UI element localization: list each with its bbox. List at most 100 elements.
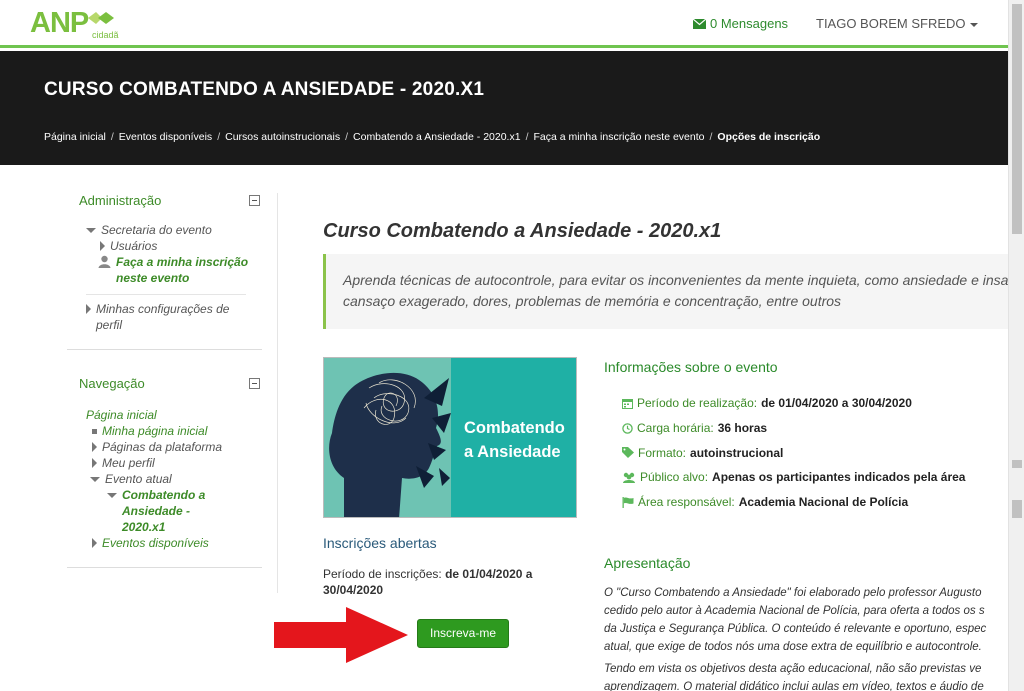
caret-down-icon bbox=[86, 228, 96, 233]
tree-item-inscricao[interactable]: Faça a minha inscrição neste evento bbox=[86, 254, 256, 286]
event-info-title: Informações sobre o evento bbox=[604, 359, 778, 375]
tree-label: Combatendo a Ansiedade - 2020.x1 bbox=[122, 488, 206, 534]
event-info-value: Apenas os participantes indicados pela á… bbox=[712, 470, 966, 485]
nav-item-course[interactable]: Combatendo a Ansiedade - 2020.x1 bbox=[86, 487, 216, 535]
user-menu[interactable]: TIAGO BOREM SFREDO bbox=[816, 16, 978, 31]
caret-right-icon bbox=[92, 458, 97, 468]
presentation-line: Tendo em vista os objetivos desta ação e… bbox=[604, 663, 982, 675]
sidebar-divider bbox=[277, 193, 278, 593]
vertical-scrollbar[interactable] bbox=[1008, 0, 1024, 691]
breadcrumb-item[interactable]: Cursos autoinstrucionais bbox=[225, 131, 340, 143]
event-info-label: Carga horária: bbox=[637, 420, 714, 435]
event-info-value: 36 horas bbox=[717, 420, 768, 435]
banner-line: a Ansiedade bbox=[464, 443, 561, 461]
collapse-icon[interactable] bbox=[249, 195, 260, 206]
messages-label: 0 Mensagens bbox=[710, 16, 789, 31]
nav-item-home[interactable]: Página inicial bbox=[86, 407, 262, 423]
event-info-row: Período de realização: de 01/04/2020 a 3… bbox=[622, 391, 965, 416]
presentation-line: O "Curso Combatendo a Ansiedade" foi ela… bbox=[604, 587, 982, 599]
event-info-row: Área responsável: Academia Nacional de P… bbox=[622, 490, 965, 515]
summary-line: cansaço exagerado, dores, problemas de m… bbox=[343, 293, 842, 309]
event-info-value: de 01/04/2020 a 30/04/2020 bbox=[761, 396, 912, 410]
messages-link[interactable]: 0 Mensagens bbox=[693, 16, 788, 31]
presentation-line: da Justiça e Segurança Pública. O conteú… bbox=[604, 623, 987, 635]
admin-block: Administração Secretaria do evento Usuár… bbox=[67, 193, 262, 350]
enroll-button[interactable]: Inscreva-me bbox=[417, 619, 509, 648]
tree-label: Usuários bbox=[110, 239, 158, 253]
event-info-label: Área responsável: bbox=[638, 495, 735, 510]
course-header: CURSO COMBATENDO A ANSIEDADE - 2020.X1 P… bbox=[0, 51, 1008, 165]
tree-label: Faça a minha inscrição neste evento bbox=[116, 255, 249, 285]
caret-down-icon bbox=[969, 22, 978, 27]
breadcrumb: Página inicial / Eventos disponíveis / Cur… bbox=[44, 131, 821, 143]
collapse-icon[interactable] bbox=[249, 378, 260, 389]
sidebar: Administração Secretaria do evento Usuár… bbox=[67, 193, 262, 590]
flag-icon bbox=[622, 497, 634, 509]
tree-item-usuarios[interactable]: Usuários bbox=[86, 238, 262, 254]
event-info-value: autoinstrucional bbox=[690, 445, 784, 460]
event-info-value: Academia Nacional de Polícia bbox=[738, 495, 909, 510]
breadcrumb-current: Opções de inscrição bbox=[717, 131, 821, 143]
course-banner-image: Combatendo a Ansiedade bbox=[323, 357, 577, 518]
caret-down-icon bbox=[107, 493, 117, 498]
event-info-label: Público alvo: bbox=[640, 470, 709, 485]
enrollment-period-label: Período de inscrições: bbox=[323, 567, 442, 581]
tree-label: Secretaria do evento bbox=[101, 223, 212, 237]
head-silhouette-image bbox=[329, 372, 451, 517]
event-info-row: Carga horária: 36 horas bbox=[622, 416, 965, 441]
scrollbar-thumb[interactable] bbox=[1012, 4, 1022, 234]
bullet-icon bbox=[92, 429, 97, 434]
breadcrumb-item[interactable]: Página inicial bbox=[44, 131, 106, 143]
caret-right-icon bbox=[100, 241, 105, 251]
tree-label: Meu perfil bbox=[102, 456, 155, 470]
nav-item-current-event[interactable]: Evento atual bbox=[86, 471, 262, 487]
presentation-title: Apresentação bbox=[604, 555, 691, 571]
tag-icon bbox=[622, 447, 634, 459]
nav-item-my-home[interactable]: Minha página inicial bbox=[86, 423, 262, 439]
nav-item-platform-pages[interactable]: Páginas da plataforma bbox=[86, 439, 262, 455]
tree-label: Minha página inicial bbox=[102, 424, 208, 438]
caret-right-icon bbox=[92, 442, 97, 452]
anp-logo[interactable]: ANP cidadã bbox=[30, 7, 119, 40]
event-info-label: Período de realização: bbox=[637, 396, 758, 410]
scrollbar-mark bbox=[1012, 500, 1022, 518]
enrollment-period: Período de inscrições: de 01/04/2020 a 3… bbox=[323, 566, 563, 598]
course-summary: Aprenda técnicas de autocontrole, para e… bbox=[323, 254, 1008, 329]
presentation-line: atual, que exige de todos nós uma dose e… bbox=[604, 641, 982, 653]
user-name: TIAGO BOREM SFREDO bbox=[816, 16, 966, 31]
event-info-row: Público alvo: Apenas os participantes in… bbox=[622, 465, 965, 490]
tree-item-config[interactable]: Minhas configurações de perfil bbox=[86, 301, 256, 333]
admin-block-title: Administração bbox=[79, 193, 162, 208]
tree-label: Minhas configurações de perfil bbox=[96, 302, 230, 332]
tree-label: Páginas da plataforma bbox=[102, 440, 223, 454]
caret-down-icon bbox=[90, 477, 100, 482]
navigation-block: Navegação Página inicial Minha página in… bbox=[67, 376, 262, 568]
envelope-icon bbox=[693, 18, 706, 29]
clock-icon bbox=[622, 422, 633, 434]
users-icon bbox=[623, 473, 635, 484]
presentation-line: cedido pelo autor à Academia Nacional de… bbox=[604, 605, 985, 617]
enrollment-open-title: Inscrições abertas bbox=[323, 535, 437, 551]
tree-item-secretaria[interactable]: Secretaria do evento bbox=[86, 222, 262, 238]
logo-mark-icon bbox=[88, 12, 115, 24]
page-title: Curso Combatendo a Ansiedade - 2020.x1 bbox=[323, 220, 722, 242]
logo-subtitle: cidadã bbox=[92, 30, 119, 40]
navigation-block-title: Navegação bbox=[79, 376, 145, 391]
caret-right-icon bbox=[86, 304, 91, 314]
tree-label: Eventos disponíveis bbox=[102, 536, 209, 550]
top-navbar: ANP cidadã 0 Mensagens TIAGO BOREM SFRED… bbox=[0, 0, 1008, 48]
logo-text: ANP bbox=[30, 7, 89, 39]
nav-item-profile[interactable]: Meu perfil bbox=[86, 455, 262, 471]
breadcrumb-item[interactable]: Eventos disponíveis bbox=[119, 131, 212, 143]
event-info-row: Formato: autoinstrucional bbox=[622, 441, 965, 466]
user-icon bbox=[98, 255, 111, 268]
summary-line: Aprenda técnicas de autocontrole, para e… bbox=[343, 272, 1008, 288]
red-arrow-annotation bbox=[274, 607, 408, 663]
presentation-line: aprendizagem. O material didático inclui… bbox=[604, 681, 984, 691]
banner-title: Combatendo a Ansiedade bbox=[464, 416, 565, 464]
breadcrumb-item[interactable]: Faça a minha inscrição neste evento bbox=[533, 131, 704, 143]
breadcrumb-item[interactable]: Combatendo a Ansiedade - 2020.x1 bbox=[353, 131, 521, 143]
scrollbar-mark bbox=[1012, 460, 1022, 468]
nav-item-available-events[interactable]: Eventos disponíveis bbox=[86, 535, 262, 551]
calendar-icon bbox=[622, 398, 633, 409]
